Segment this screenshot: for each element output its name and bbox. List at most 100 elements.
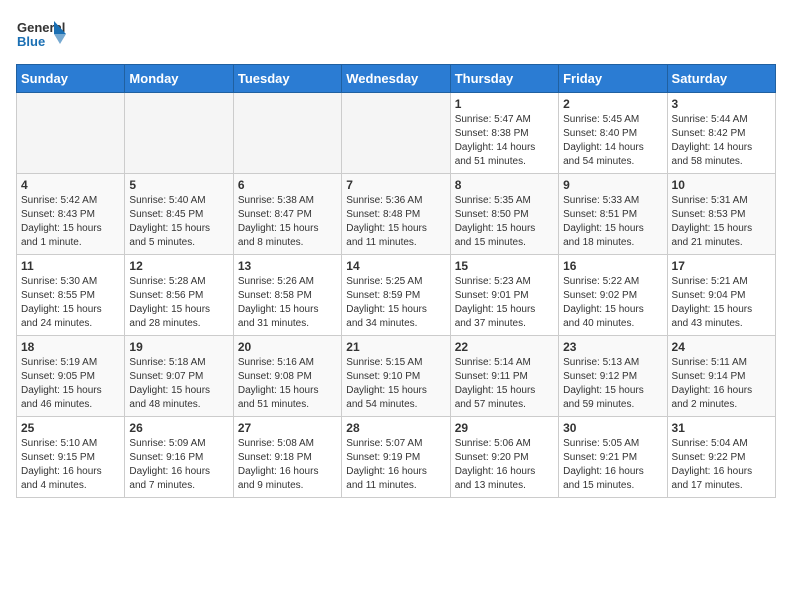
day-number: 8 <box>455 178 554 192</box>
day-cell: 2 Sunrise: 5:45 AMSunset: 8:40 PMDaylight… <box>559 93 667 174</box>
day-number: 31 <box>672 421 771 435</box>
day-number: 20 <box>238 340 337 354</box>
day-number: 24 <box>672 340 771 354</box>
day-number: 26 <box>129 421 228 435</box>
day-cell: 28Sunrise: 5:07 AMSunset: 9:19 PMDayligh… <box>342 417 450 498</box>
day-cell: 13 Sunrise: 5:26 AMSunset: 8:58 PMDayligh… <box>233 255 341 336</box>
day-number: 27 <box>238 421 337 435</box>
day-cell: 14 Sunrise: 5:25 AMSunset: 8:59 PMDayligh… <box>342 255 450 336</box>
day-number: 13 <box>238 259 337 273</box>
calendar-table: SundayMondayTuesdayWednesdayThursdayFrid… <box>16 64 776 498</box>
day-cell: 1Sunrise: 5:47 AMSunset: 8:38 PMDaylight… <box>450 93 558 174</box>
day-number: 22 <box>455 340 554 354</box>
week-row-1: 1Sunrise: 5:47 AMSunset: 8:38 PMDaylight… <box>17 93 776 174</box>
col-header-tuesday: Tuesday <box>233 65 341 93</box>
logo-icon: General Blue <box>16 16 66 56</box>
day-info: Sunrise: 5:19 AMSunset: 9:05 PMDaylight:… <box>21 356 120 412</box>
day-info: Sunrise: 5:18 AMSunset: 9:07 PMDaylight:… <box>129 356 228 412</box>
day-cell: 3Sunrise: 5:44 AMSunset: 8:42 PMDaylight… <box>667 93 775 174</box>
day-cell: 12 Sunrise: 5:28 AMSunset: 8:56 PMDayligh… <box>125 255 233 336</box>
col-header-friday: Friday <box>559 65 667 93</box>
day-cell <box>342 93 450 174</box>
day-info: Sunrise: 5:13 AMSunset: 9:12 PMDaylight:… <box>563 356 662 412</box>
day-number: 16 <box>563 259 662 273</box>
day-info: Sunrise: 5:14 AMSunset: 9:11 PMDaylight:… <box>455 356 554 412</box>
week-row-2: 4Sunrise: 5:42 AMSunset: 8:43 PMDaylight… <box>17 174 776 255</box>
day-cell: 5 Sunrise: 5:40 AMSunset: 8:45 PMDaylight… <box>125 174 233 255</box>
day-info: Sunrise: 5:11 AMSunset: 9:14 PMDaylight:… <box>672 356 771 412</box>
day-info: Sunrise: 5:42 AMSunset: 8:43 PMDaylight:… <box>21 194 120 250</box>
day-cell: 23 Sunrise: 5:13 AMSunset: 9:12 PMDayligh… <box>559 336 667 417</box>
day-cell: 6 Sunrise: 5:38 AMSunset: 8:47 PMDaylight… <box>233 174 341 255</box>
day-info: Sunrise: 5:10 AMSunset: 9:15 PMDaylight:… <box>21 437 120 493</box>
day-cell: 26 Sunrise: 5:09 AMSunset: 9:16 PMDayligh… <box>125 417 233 498</box>
day-number: 5 <box>129 178 228 192</box>
day-cell: 27 Sunrise: 5:08 AMSunset: 9:18 PMDayligh… <box>233 417 341 498</box>
day-info: Sunrise: 5:45 AMSunset: 8:40 PMDaylight:… <box>563 113 662 169</box>
calendar-header-row: SundayMondayTuesdayWednesdayThursdayFrid… <box>17 65 776 93</box>
day-number: 12 <box>129 259 228 273</box>
day-info: Sunrise: 5:04 AMSunset: 9:22 PMDaylight:… <box>672 437 771 493</box>
day-cell: 10 Sunrise: 5:31 AMSunset: 8:53 PMDayligh… <box>667 174 775 255</box>
day-cell: 9 Sunrise: 5:33 AMSunset: 8:51 PMDaylight… <box>559 174 667 255</box>
day-cell: 15Sunrise: 5:23 AMSunset: 9:01 PMDayligh… <box>450 255 558 336</box>
day-cell <box>125 93 233 174</box>
day-number: 30 <box>563 421 662 435</box>
day-cell: 11Sunrise: 5:30 AMSunset: 8:55 PMDayligh… <box>17 255 125 336</box>
col-header-wednesday: Wednesday <box>342 65 450 93</box>
day-cell: 8 Sunrise: 5:35 AMSunset: 8:50 PMDaylight… <box>450 174 558 255</box>
col-header-saturday: Saturday <box>667 65 775 93</box>
day-cell <box>233 93 341 174</box>
day-info: Sunrise: 5:05 AMSunset: 9:21 PMDaylight:… <box>563 437 662 493</box>
day-cell: 31 Sunrise: 5:04 AMSunset: 9:22 PMDayligh… <box>667 417 775 498</box>
day-cell: 18 Sunrise: 5:19 AMSunset: 9:05 PMDayligh… <box>17 336 125 417</box>
col-header-thursday: Thursday <box>450 65 558 93</box>
day-number: 10 <box>672 178 771 192</box>
day-cell: 17 Sunrise: 5:21 AMSunset: 9:04 PMDayligh… <box>667 255 775 336</box>
day-info: Sunrise: 5:31 AMSunset: 8:53 PMDaylight:… <box>672 194 771 250</box>
day-info: Sunrise: 5:33 AMSunset: 8:51 PMDaylight:… <box>563 194 662 250</box>
day-info: Sunrise: 5:22 AMSunset: 9:02 PMDaylight:… <box>563 275 662 331</box>
logo: General Blue <box>16 16 66 56</box>
day-info: Sunrise: 5:47 AMSunset: 8:38 PMDaylight:… <box>455 113 554 169</box>
day-info: Sunrise: 5:06 AMSunset: 9:20 PMDaylight:… <box>455 437 554 493</box>
day-info: Sunrise: 5:16 AMSunset: 9:08 PMDaylight:… <box>238 356 337 412</box>
day-number: 17 <box>672 259 771 273</box>
day-cell: 21 Sunrise: 5:15 AMSunset: 9:10 PMDayligh… <box>342 336 450 417</box>
day-number: 14 <box>346 259 445 273</box>
day-info: Sunrise: 5:23 AMSunset: 9:01 PMDaylight:… <box>455 275 554 331</box>
day-cell: 19Sunrise: 5:18 AMSunset: 9:07 PMDayligh… <box>125 336 233 417</box>
day-info: Sunrise: 5:09 AMSunset: 9:16 PMDaylight:… <box>129 437 228 493</box>
day-cell: 30 Sunrise: 5:05 AMSunset: 9:21 PMDayligh… <box>559 417 667 498</box>
day-number: 7 <box>346 178 445 192</box>
day-cell: 22 Sunrise: 5:14 AMSunset: 9:11 PMDayligh… <box>450 336 558 417</box>
col-header-monday: Monday <box>125 65 233 93</box>
day-number: 25 <box>21 421 120 435</box>
col-header-sunday: Sunday <box>17 65 125 93</box>
day-number: 28 <box>346 421 445 435</box>
day-number: 21 <box>346 340 445 354</box>
day-info: Sunrise: 5:08 AMSunset: 9:18 PMDaylight:… <box>238 437 337 493</box>
day-number: 6 <box>238 178 337 192</box>
day-number: 23 <box>563 340 662 354</box>
day-info: Sunrise: 5:28 AMSunset: 8:56 PMDaylight:… <box>129 275 228 331</box>
day-info: Sunrise: 5:26 AMSunset: 8:58 PMDaylight:… <box>238 275 337 331</box>
day-info: Sunrise: 5:38 AMSunset: 8:47 PMDaylight:… <box>238 194 337 250</box>
day-info: Sunrise: 5:30 AMSunset: 8:55 PMDaylight:… <box>21 275 120 331</box>
day-number: 9 <box>563 178 662 192</box>
day-number: 3 <box>672 97 771 111</box>
day-info: Sunrise: 5:40 AMSunset: 8:45 PMDaylight:… <box>129 194 228 250</box>
day-info: Sunrise: 5:15 AMSunset: 9:10 PMDaylight:… <box>346 356 445 412</box>
day-info: Sunrise: 5:25 AMSunset: 8:59 PMDaylight:… <box>346 275 445 331</box>
day-number: 18 <box>21 340 120 354</box>
day-info: Sunrise: 5:21 AMSunset: 9:04 PMDaylight:… <box>672 275 771 331</box>
day-cell: 7 Sunrise: 5:36 AMSunset: 8:48 PMDaylight… <box>342 174 450 255</box>
day-info: Sunrise: 5:35 AMSunset: 8:50 PMDaylight:… <box>455 194 554 250</box>
day-number: 2 <box>563 97 662 111</box>
day-cell: 4Sunrise: 5:42 AMSunset: 8:43 PMDaylight… <box>17 174 125 255</box>
day-cell: 20 Sunrise: 5:16 AMSunset: 9:08 PMDayligh… <box>233 336 341 417</box>
day-cell <box>17 93 125 174</box>
day-cell: 29Sunrise: 5:06 AMSunset: 9:20 PMDayligh… <box>450 417 558 498</box>
day-info: Sunrise: 5:36 AMSunset: 8:48 PMDaylight:… <box>346 194 445 250</box>
day-cell: 25 Sunrise: 5:10 AMSunset: 9:15 PMDayligh… <box>17 417 125 498</box>
